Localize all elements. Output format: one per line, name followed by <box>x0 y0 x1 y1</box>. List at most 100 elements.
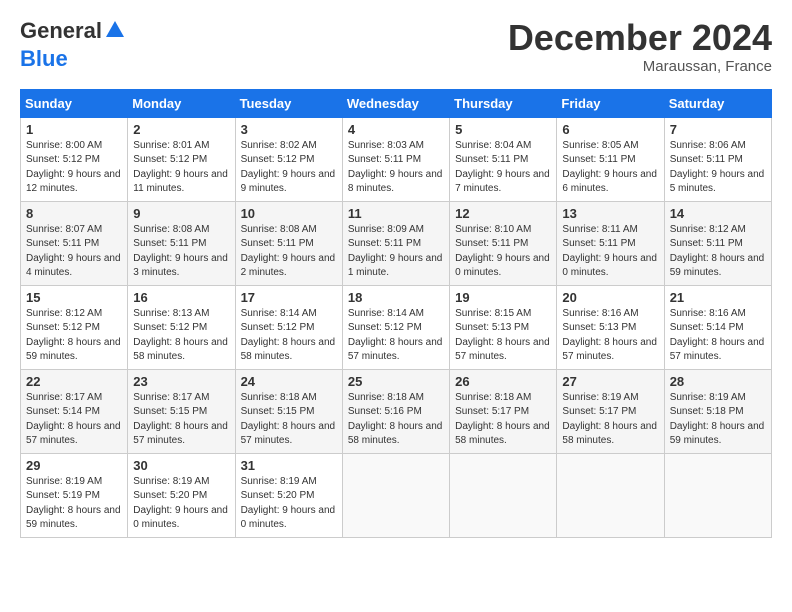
calendar-cell-22: 22 Sunrise: 8:17 AMSunset: 5:14 PMDayligh… <box>21 369 128 453</box>
calendar-cell-24: 24 Sunrise: 8:18 AMSunset: 5:15 PMDayligh… <box>235 369 342 453</box>
logo-icon <box>104 19 126 41</box>
calendar-cell-3: 3 Sunrise: 8:02 AMSunset: 5:12 PMDaylight… <box>235 117 342 201</box>
cell-text: Sunrise: 8:08 AMSunset: 5:11 PMDaylight:… <box>133 224 228 279</box>
cell-text: Sunrise: 8:00 AMSunset: 5:12 PMDaylight:… <box>26 140 121 195</box>
day-number: 9 <box>133 206 229 221</box>
logo-blue: Blue <box>20 46 126 71</box>
cell-text: Sunrise: 8:05 AMSunset: 5:11 PMDaylight:… <box>562 140 657 195</box>
page: General Blue December 2024 Maraussan, Fr… <box>0 0 792 548</box>
title-block: December 2024 Maraussan, France <box>508 18 772 75</box>
calendar-cell-18: 18 Sunrise: 8:14 AMSunset: 5:12 PMDayligh… <box>342 285 449 369</box>
weekday-header-row: Sunday Monday Tuesday Wednesday Thursday… <box>21 89 772 117</box>
cell-text: Sunrise: 8:08 AMSunset: 5:11 PMDaylight:… <box>241 224 336 279</box>
calendar-cell-7: 7Sunrise: 8:06 AMSunset: 5:11 PMDaylight… <box>664 117 771 201</box>
cell-text: Sunrise: 8:18 AMSunset: 5:15 PMDaylight:… <box>241 392 336 447</box>
cell-text: Sunrise: 8:02 AMSunset: 5:12 PMDaylight:… <box>241 140 336 195</box>
header-sunday: Sunday <box>21 89 128 117</box>
header-wednesday: Wednesday <box>342 89 449 117</box>
cell-text: Sunrise: 8:10 AMSunset: 5:11 PMDaylight:… <box>455 224 550 279</box>
calendar-cell-28: 28 Sunrise: 8:19 AMSunset: 5:18 PMDayligh… <box>664 369 771 453</box>
cell-text: Sunrise: 8:03 AMSunset: 5:11 PMDaylight:… <box>348 140 443 195</box>
cell-text: Sunrise: 8:13 AMSunset: 5:12 PMDaylight:… <box>133 308 228 363</box>
day-number: 10 <box>241 206 337 221</box>
day-number: 1 <box>26 122 122 137</box>
calendar-cell-23: 23Sunrise: 8:17 AMSunset: 5:15 PMDayligh… <box>128 369 235 453</box>
day-number: 5 <box>455 122 551 137</box>
calendar-cell-21: 21 Sunrise: 8:16 AMSunset: 5:14 PMDayligh… <box>664 285 771 369</box>
day-number: 30 <box>133 458 229 473</box>
cell-text: Sunrise: 8:15 AMSunset: 5:13 PMDaylight:… <box>455 308 550 363</box>
calendar-week-5: 29Sunrise: 8:19 AMSunset: 5:19 PMDayligh… <box>21 453 772 537</box>
header-thursday: Thursday <box>450 89 557 117</box>
calendar-cell-13: 13 Sunrise: 8:11 AMSunset: 5:11 PMDayligh… <box>557 201 664 285</box>
calendar-cell-8: 8 Sunrise: 8:07 AMSunset: 5:11 PMDaylight… <box>21 201 128 285</box>
day-number: 20 <box>562 290 658 305</box>
calendar-week-3: 15Sunrise: 8:12 AMSunset: 5:12 PMDayligh… <box>21 285 772 369</box>
cell-text: Sunrise: 8:18 AMSunset: 5:17 PMDaylight:… <box>455 392 550 447</box>
cell-text: Sunrise: 8:04 AMSunset: 5:11 PMDaylight:… <box>455 140 550 195</box>
calendar-cell-empty <box>557 453 664 537</box>
calendar-cell-12: 12 Sunrise: 8:10 AMSunset: 5:11 PMDayligh… <box>450 201 557 285</box>
cell-text: Sunrise: 8:12 AMSunset: 5:11 PMDaylight:… <box>670 224 765 279</box>
month-title: December 2024 <box>508 18 772 58</box>
calendar-cell-10: 10 Sunrise: 8:08 AMSunset: 5:11 PMDayligh… <box>235 201 342 285</box>
logo: General Blue <box>20 18 126 71</box>
day-number: 11 <box>348 206 444 221</box>
day-number: 6 <box>562 122 658 137</box>
calendar-cell-31: 31Sunrise: 8:19 AMSunset: 5:20 PMDayligh… <box>235 453 342 537</box>
day-number: 16 <box>133 290 229 305</box>
calendar-cell-2: 2 Sunrise: 8:01 AMSunset: 5:12 PMDaylight… <box>128 117 235 201</box>
calendar-cell-empty <box>342 453 449 537</box>
calendar-cell-14: 14 Sunrise: 8:12 AMSunset: 5:11 PMDayligh… <box>664 201 771 285</box>
calendar-cell-17: 17Sunrise: 8:14 AMSunset: 5:12 PMDayligh… <box>235 285 342 369</box>
header-monday: Monday <box>128 89 235 117</box>
day-number: 8 <box>26 206 122 221</box>
day-number: 21 <box>670 290 766 305</box>
header-friday: Friday <box>557 89 664 117</box>
cell-text: Sunrise: 8:14 AMSunset: 5:12 PMDaylight:… <box>348 308 443 363</box>
day-number: 25 <box>348 374 444 389</box>
location: Maraussan, France <box>508 58 772 75</box>
calendar-cell-1: 1 Sunrise: 8:00 AMSunset: 5:12 PMDaylight… <box>21 117 128 201</box>
day-number: 28 <box>670 374 766 389</box>
logo-general: General <box>20 18 102 43</box>
day-number: 4 <box>348 122 444 137</box>
header-tuesday: Tuesday <box>235 89 342 117</box>
cell-text: Sunrise: 8:01 AMSunset: 5:12 PMDaylight:… <box>133 140 228 195</box>
day-number: 29 <box>26 458 122 473</box>
day-number: 3 <box>241 122 337 137</box>
day-number: 14 <box>670 206 766 221</box>
calendar-cell-27: 27Sunrise: 8:19 AMSunset: 5:17 PMDayligh… <box>557 369 664 453</box>
day-number: 12 <box>455 206 551 221</box>
calendar-cell-empty <box>664 453 771 537</box>
day-number: 22 <box>26 374 122 389</box>
cell-text: Sunrise: 8:07 AMSunset: 5:11 PMDaylight:… <box>26 224 121 279</box>
calendar-week-1: 1 Sunrise: 8:00 AMSunset: 5:12 PMDaylight… <box>21 117 772 201</box>
calendar-week-2: 8 Sunrise: 8:07 AMSunset: 5:11 PMDaylight… <box>21 201 772 285</box>
cell-text: Sunrise: 8:16 AMSunset: 5:13 PMDaylight:… <box>562 308 657 363</box>
cell-text: Sunrise: 8:17 AMSunset: 5:14 PMDaylight:… <box>26 392 121 447</box>
cell-text: Sunrise: 8:14 AMSunset: 5:12 PMDaylight:… <box>241 308 336 363</box>
header: General Blue December 2024 Maraussan, Fr… <box>20 18 772 75</box>
day-number: 23 <box>133 374 229 389</box>
calendar-cell-30: 30 Sunrise: 8:19 AMSunset: 5:20 PMDayligh… <box>128 453 235 537</box>
day-number: 19 <box>455 290 551 305</box>
day-number: 24 <box>241 374 337 389</box>
day-number: 13 <box>562 206 658 221</box>
cell-text: Sunrise: 8:16 AMSunset: 5:14 PMDaylight:… <box>670 308 765 363</box>
day-number: 18 <box>348 290 444 305</box>
cell-text: Sunrise: 8:11 AMSunset: 5:11 PMDaylight:… <box>562 224 657 279</box>
calendar-cell-11: 11 Sunrise: 8:09 AMSunset: 5:11 PMDayligh… <box>342 201 449 285</box>
day-number: 7 <box>670 122 766 137</box>
calendar-cell-26: 26Sunrise: 8:18 AMSunset: 5:17 PMDayligh… <box>450 369 557 453</box>
calendar-table: Sunday Monday Tuesday Wednesday Thursday… <box>20 89 772 538</box>
calendar-cell-9: 9 Sunrise: 8:08 AMSunset: 5:11 PMDaylight… <box>128 201 235 285</box>
cell-text: Sunrise: 8:09 AMSunset: 5:11 PMDaylight:… <box>348 224 443 279</box>
day-number: 31 <box>241 458 337 473</box>
cell-text: Sunrise: 8:19 AMSunset: 5:20 PMDaylight:… <box>133 476 228 531</box>
calendar-cell-16: 16 Sunrise: 8:13 AMSunset: 5:12 PMDayligh… <box>128 285 235 369</box>
calendar-cell-15: 15Sunrise: 8:12 AMSunset: 5:12 PMDayligh… <box>21 285 128 369</box>
calendar-cell-6: 6 Sunrise: 8:05 AMSunset: 5:11 PMDaylight… <box>557 117 664 201</box>
cell-text: Sunrise: 8:19 AMSunset: 5:18 PMDaylight:… <box>670 392 765 447</box>
day-number: 2 <box>133 122 229 137</box>
